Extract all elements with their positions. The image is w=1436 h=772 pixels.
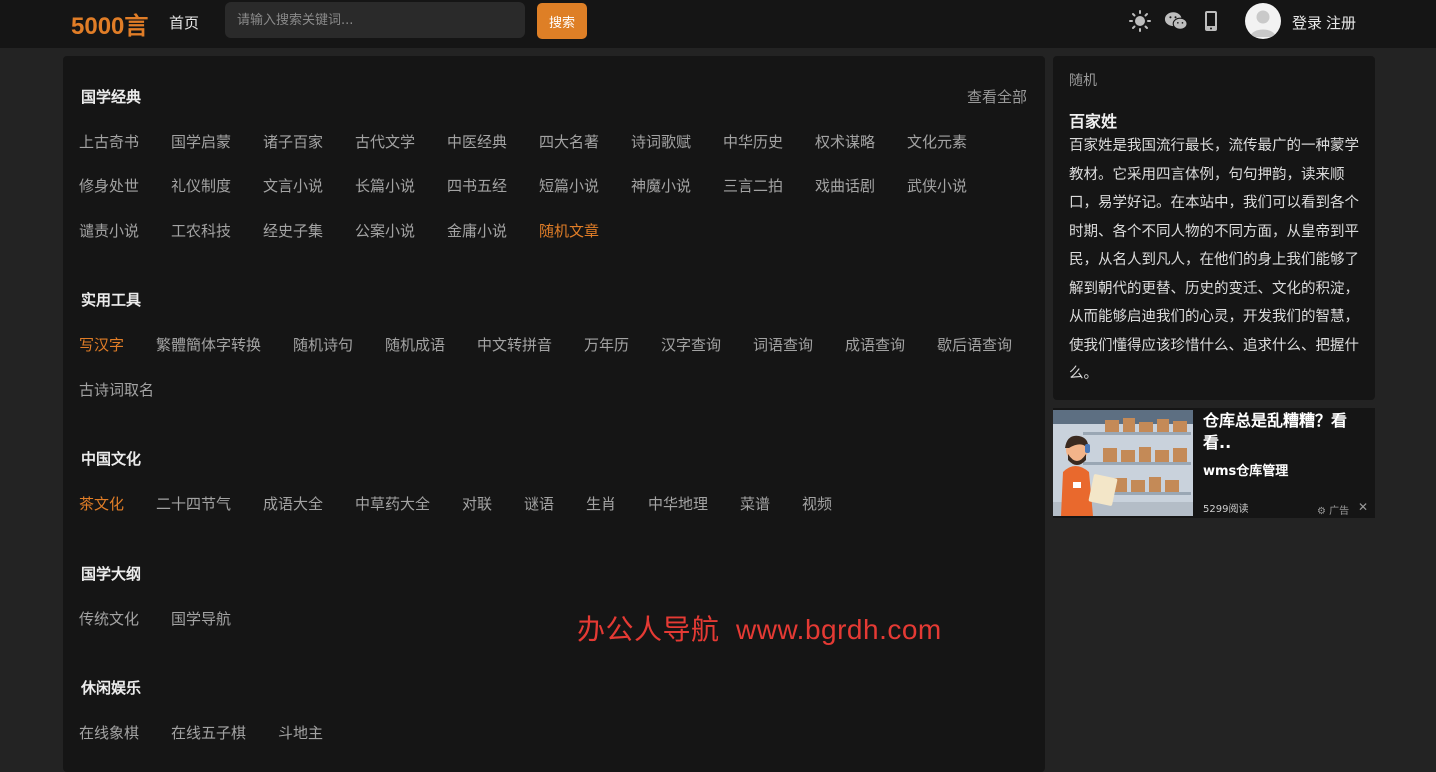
sun-icon[interactable] <box>1128 10 1152 32</box>
view-all-link[interactable]: 查看全部 <box>967 86 1027 107</box>
link-guoxue[interactable]: 权术谋略 <box>815 131 875 152</box>
link-outline[interactable]: 传统文化 <box>79 608 139 629</box>
link-guoxue[interactable]: 戏曲话剧 <box>815 175 875 196</box>
link-culture[interactable]: 二十四节气 <box>156 493 231 514</box>
advertisement[interactable]: 仓库总是乱糟糟？看看.. wms仓库管理 5299阅读 ⚙ 广告 ✕ <box>1053 408 1375 518</box>
link-guoxue[interactable]: 公案小说 <box>355 220 415 241</box>
link-guoxue[interactable]: 中华历史 <box>723 131 783 152</box>
link-guoxue[interactable]: 短篇小说 <box>539 175 599 196</box>
link-guoxue[interactable]: 上古奇书 <box>79 131 139 152</box>
link-culture[interactable]: 中草药大全 <box>355 493 430 514</box>
random-title[interactable]: 百家姓 <box>1069 108 1117 132</box>
link-tool[interactable]: 成语查询 <box>845 334 905 355</box>
link-guoxue[interactable]: 谴责小说 <box>79 220 139 241</box>
link-guoxue[interactable]: 四大名著 <box>539 131 599 152</box>
link-culture-tea[interactable]: 茶文化 <box>79 493 124 514</box>
link-outline[interactable]: 国学导航 <box>171 608 231 629</box>
link-guoxue[interactable]: 文化元素 <box>907 131 967 152</box>
site-logo[interactable]: 5000言 <box>71 6 148 41</box>
ad-tag: ⚙ 广告 <box>1317 502 1349 517</box>
link-tool[interactable]: 繁體簡体字转换 <box>156 334 261 355</box>
link-guoxue[interactable]: 古代文学 <box>355 131 415 152</box>
link-leisure[interactable]: 在线象棋 <box>79 722 139 743</box>
link-culture[interactable]: 对联 <box>462 493 492 514</box>
register-link[interactable]: 注册 <box>1326 12 1356 33</box>
section-title-leisure: 休闲娱乐 <box>81 679 142 697</box>
link-tool[interactable]: 万年历 <box>584 334 629 355</box>
user-avatar-icon[interactable] <box>1245 3 1281 39</box>
random-label: 随机 <box>1069 73 1097 89</box>
top-navbar: 5000言 首页 搜索 登录 注册 <box>0 0 1436 48</box>
link-culture[interactable]: 菜谱 <box>740 493 770 514</box>
link-tool[interactable]: 古诗词取名 <box>79 379 154 400</box>
link-guoxue[interactable]: 武侠小说 <box>907 175 967 196</box>
link-tool[interactable]: 随机成语 <box>385 334 445 355</box>
wechat-icon[interactable] <box>1164 10 1188 32</box>
random-card: 随机 百家姓 百家姓是我国流行最长，流传最广的一种蒙学教材。它采用四言体例，句句… <box>1053 56 1375 400</box>
ad-read-count: 5299阅读 <box>1203 504 1249 515</box>
link-leisure[interactable]: 在线五子棋 <box>171 722 246 743</box>
link-tool[interactable]: 随机诗句 <box>293 334 353 355</box>
category-panel: 国学经典 查看全部 上古奇书 国学启蒙 诸子百家 古代文学 中医经典 四大名著 … <box>63 56 1045 772</box>
link-tool[interactable]: 中文转拼音 <box>477 334 552 355</box>
ad-brand[interactable]: wms仓库管理 <box>1203 460 1288 479</box>
link-tool[interactable]: 汉字查询 <box>661 334 721 355</box>
section-title-guoxue: 国学经典 <box>81 88 142 106</box>
ad-title[interactable]: 仓库总是乱糟糟？看看.. <box>1203 410 1368 454</box>
link-tool[interactable]: 词语查询 <box>753 334 813 355</box>
link-guoxue[interactable]: 中医经典 <box>447 131 507 152</box>
ad-image[interactable] <box>1053 410 1193 516</box>
search-button[interactable]: 搜索 <box>537 3 587 39</box>
link-culture[interactable]: 视频 <box>802 493 832 514</box>
section-title-culture: 中国文化 <box>81 450 142 468</box>
login-link[interactable]: 登录 <box>1292 12 1322 33</box>
link-random-article[interactable]: 随机文章 <box>539 220 599 241</box>
link-culture[interactable]: 成语大全 <box>263 493 323 514</box>
link-guoxue[interactable]: 文言小说 <box>263 175 323 196</box>
link-tool[interactable]: 歇后语查询 <box>937 334 1012 355</box>
link-guoxue[interactable]: 修身处世 <box>79 175 139 196</box>
nav-home-link[interactable]: 首页 <box>169 12 199 33</box>
link-guoxue[interactable]: 神魔小说 <box>631 175 691 196</box>
link-leisure[interactable]: 斗地主 <box>278 722 323 743</box>
link-guoxue[interactable]: 三言二拍 <box>723 175 783 196</box>
section-title-tools: 实用工具 <box>81 291 142 309</box>
link-guoxue[interactable]: 长篇小说 <box>355 175 415 196</box>
mobile-icon[interactable] <box>1199 10 1223 32</box>
link-culture[interactable]: 中华地理 <box>648 493 708 514</box>
link-guoxue[interactable]: 礼仪制度 <box>171 175 231 196</box>
random-description: 百家姓是我国流行最长，流传最广的一种蒙学教材。它采用四言体例，句句押韵，读来顺口… <box>1069 138 1359 382</box>
search-input[interactable] <box>225 2 525 38</box>
ad-settings-icon: ⚙ <box>1317 506 1326 517</box>
link-guoxue[interactable]: 经史子集 <box>263 220 323 241</box>
link-guoxue[interactable]: 工农科技 <box>171 220 231 241</box>
link-culture[interactable]: 谜语 <box>524 493 554 514</box>
link-guoxue[interactable]: 金庸小说 <box>447 220 507 241</box>
link-tool-write-hanzi[interactable]: 写汉字 <box>79 334 124 355</box>
watermark-text: 办公人导航 www.bgrdh.com <box>577 614 942 645</box>
link-guoxue[interactable]: 四书五经 <box>447 175 507 196</box>
link-culture[interactable]: 生肖 <box>586 493 616 514</box>
section-title-outline: 国学大纲 <box>81 565 142 583</box>
ad-tag-label: 广告 <box>1329 506 1350 517</box>
link-guoxue[interactable]: 国学启蒙 <box>171 131 231 152</box>
link-guoxue[interactable]: 诸子百家 <box>263 131 323 152</box>
ad-close-icon[interactable]: ✕ <box>1358 500 1368 514</box>
link-guoxue[interactable]: 诗词歌赋 <box>631 131 691 152</box>
